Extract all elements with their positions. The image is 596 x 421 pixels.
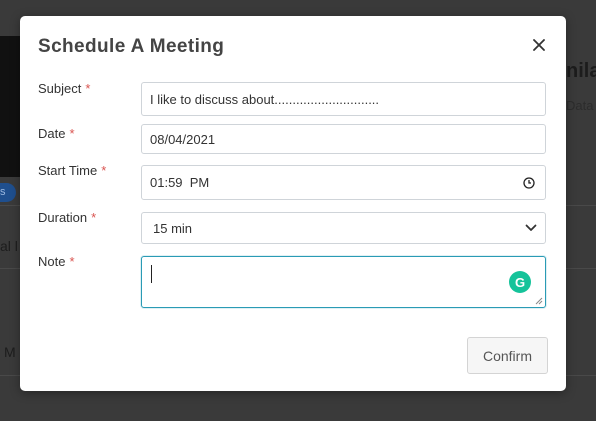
subject-label: Subject * bbox=[38, 81, 91, 96]
date-value: 08/04/2021 bbox=[150, 131, 216, 147]
background-partial-text: M bbox=[4, 344, 16, 360]
background-video-area bbox=[0, 36, 20, 177]
chevron-down-icon bbox=[525, 224, 537, 231]
resize-handle-icon[interactable] bbox=[535, 297, 543, 305]
background-partial-subtitle: Data bbox=[566, 98, 594, 113]
date-label: Date * bbox=[38, 126, 75, 141]
subject-value: I like to discuss about.................… bbox=[150, 91, 380, 107]
text-cursor bbox=[151, 265, 152, 283]
schedule-meeting-dialog: Schedule A Meeting Subject * I like to di… bbox=[20, 16, 566, 391]
background-partial-title: nila bbox=[566, 60, 596, 82]
required-marker: * bbox=[91, 210, 97, 225]
background-partial-text: al l bbox=[0, 238, 18, 254]
required-marker: * bbox=[85, 81, 91, 96]
duration-label: Duration * bbox=[38, 210, 97, 225]
duration-value: 15 min bbox=[153, 220, 193, 236]
start-time-input[interactable]: 01:59 PM bbox=[141, 165, 546, 200]
duration-select[interactable]: 15 min bbox=[141, 212, 546, 244]
clock-icon[interactable] bbox=[523, 176, 535, 189]
note-label: Note * bbox=[38, 254, 75, 269]
start-time-value: 01:59 PM bbox=[150, 175, 210, 190]
required-marker: * bbox=[69, 126, 75, 141]
background-badge: s bbox=[0, 183, 16, 202]
subject-input[interactable]: I like to discuss about.................… bbox=[141, 82, 546, 116]
confirm-button[interactable]: Confirm bbox=[467, 337, 548, 374]
dialog-title: Schedule A Meeting bbox=[38, 36, 225, 57]
date-input[interactable]: 08/04/2021 bbox=[141, 124, 546, 154]
required-marker: * bbox=[69, 254, 75, 269]
grammarly-icon[interactable]: G bbox=[509, 271, 531, 293]
note-textarea[interactable]: G bbox=[141, 256, 546, 308]
start-time-label: Start Time * bbox=[38, 163, 107, 178]
required-marker: * bbox=[101, 163, 107, 178]
close-icon bbox=[533, 39, 545, 51]
close-button[interactable] bbox=[526, 32, 552, 58]
